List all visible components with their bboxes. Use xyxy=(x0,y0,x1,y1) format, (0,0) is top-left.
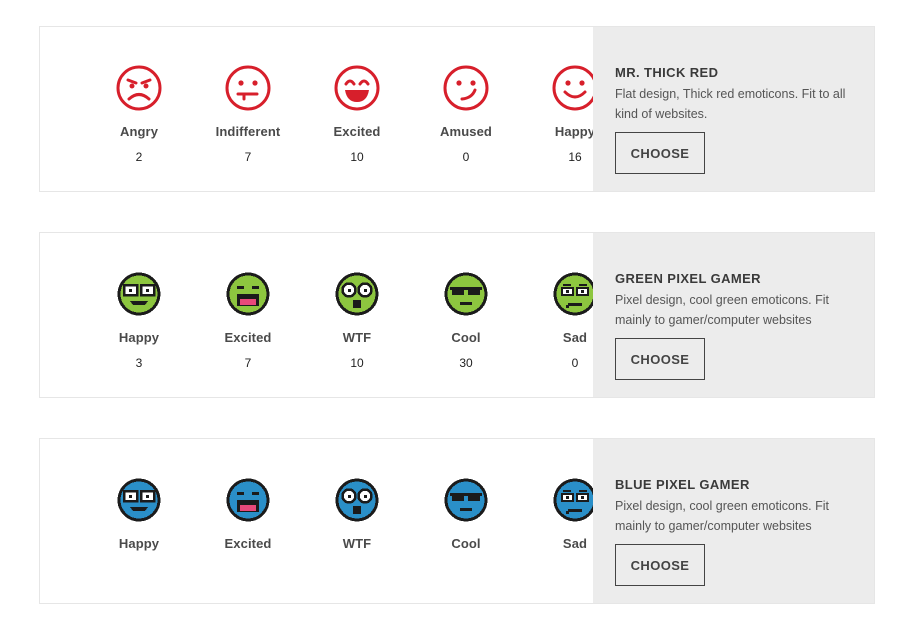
set-title: MR. THICK RED xyxy=(615,65,719,80)
emoticon-label: Indifferent xyxy=(215,124,281,139)
cool-green-pixel-icon[interactable] xyxy=(442,270,490,318)
cool-blue-pixel-icon[interactable] xyxy=(442,476,490,524)
happy-blue-pixel-icon[interactable] xyxy=(115,476,163,524)
wtf-blue-pixel-icon[interactable] xyxy=(333,476,381,524)
set-title: BLUE PIXEL GAMER xyxy=(615,477,750,492)
emoticon-count: 0 xyxy=(462,150,470,164)
emoticon-label: Cool xyxy=(451,536,481,551)
choose-button[interactable]: CHOOSE xyxy=(615,544,705,586)
emoticon-label: WTF xyxy=(342,536,372,551)
set-info-panel: BLUE PIXEL GAMER Pixel design, cool gree… xyxy=(593,439,874,603)
emoticon-label: Cool xyxy=(451,330,481,345)
choose-button[interactable]: CHOOSE xyxy=(615,132,705,174)
emoticon-set-card-blue: Happy Excited WTF Cool Sad BLUE PIXEL GA… xyxy=(39,438,875,604)
set-description: Flat design, Thick red emoticons. Fit to… xyxy=(615,87,846,121)
set-info-panel: GREEN PIXEL GAMER Pixel design, cool gre… xyxy=(593,233,874,397)
angry-red-icon[interactable] xyxy=(115,64,163,112)
sad-blue-pixel-icon[interactable] xyxy=(551,476,599,524)
emoticon-label: Amused xyxy=(440,124,492,139)
set-title: GREEN PIXEL GAMER xyxy=(615,271,761,286)
excited-red-icon[interactable] xyxy=(333,64,381,112)
emoticon-set-card-green: Happy 3 Excited 7 WTF 10 Cool 30 Sad 0 G… xyxy=(39,232,875,398)
emoticon-count: 10 xyxy=(350,356,364,370)
emoticon-count: 30 xyxy=(459,356,473,370)
emoticon-label: Excited xyxy=(224,330,272,345)
emoticon-count: 10 xyxy=(350,150,364,164)
set-description: Pixel design, cool green emoticons. Fit … xyxy=(615,499,829,533)
set-info-panel: MR. THICK RED Flat design, Thick red emo… xyxy=(593,27,874,191)
emoticon-label: WTF xyxy=(342,330,372,345)
sad-green-pixel-icon[interactable] xyxy=(551,270,599,318)
emoticon-count: 7 xyxy=(244,356,252,370)
amused-red-icon[interactable] xyxy=(442,64,490,112)
emoticon-set-card-red: Angry 2 Indifferent 7 Excited 10 Amused … xyxy=(39,26,875,192)
emoticon-row: Angry 2 Indifferent 7 Excited 10 Amused … xyxy=(40,27,598,191)
emoticon-label: Excited xyxy=(333,124,381,139)
emoticon-label: Excited xyxy=(224,536,272,551)
emoticon-count: 7 xyxy=(244,150,252,164)
excited-blue-pixel-icon[interactable] xyxy=(224,476,272,524)
emoticon-count: 3 xyxy=(135,356,143,370)
emoticon-label: Happy xyxy=(118,330,160,345)
emoticon-label: Happy xyxy=(118,536,160,551)
set-description: Pixel design, cool green emoticons. Fit … xyxy=(615,293,829,327)
happy-green-pixel-icon[interactable] xyxy=(115,270,163,318)
emoticon-row: Happy 3 Excited 7 WTF 10 Cool 30 Sad 0 xyxy=(40,233,597,397)
emoticon-row: Happy Excited WTF Cool Sad xyxy=(40,439,597,603)
wtf-green-pixel-icon[interactable] xyxy=(333,270,381,318)
happy-red-icon[interactable] xyxy=(551,64,599,112)
emoticon-count: 2 xyxy=(135,150,143,164)
emoticon-label: Angry xyxy=(119,124,159,139)
indifferent-red-icon[interactable] xyxy=(224,64,272,112)
choose-button[interactable]: CHOOSE xyxy=(615,338,705,380)
excited-green-pixel-icon[interactable] xyxy=(224,270,272,318)
